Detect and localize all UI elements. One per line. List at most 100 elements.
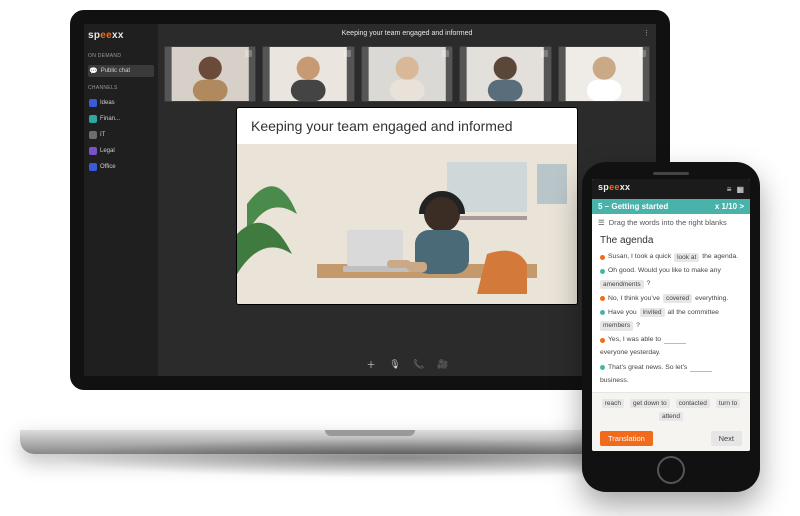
participant-tile[interactable] [164,46,256,102]
sentence-text: ? [636,321,640,331]
speaker-dot-icon [600,255,605,260]
phone-topbar: speexx ≡ ▦ [592,179,750,199]
presentation-image [237,144,577,304]
drag-icon: ☰ [598,218,605,227]
sidebar-item-label: Finan... [100,116,120,122]
meeting-app: speexx ON DEMAND 💬 Public chat CHANNELS … [84,24,656,376]
sentence-text: the agenda. [702,252,738,262]
sentence-row: No, I think you've covered everything. [600,294,742,304]
draggable-word[interactable]: turn to [716,399,740,408]
sentence-text: business. [600,376,629,386]
draggable-word[interactable]: get down to [630,399,670,408]
tile-grid-icon [442,50,449,57]
meeting-title: Keeping your team engaged and informed [342,30,473,37]
video-toggle-button[interactable]: 🎥 [436,357,450,371]
sentence-row: That's great news. So let's business. [600,363,742,386]
sidebar-item-label: IT [100,132,105,138]
sidebar-item-label: Ideas [100,100,115,106]
sentence-text: ? [647,279,651,289]
sentence-text: No, I think you've [608,294,660,304]
sidebar-item-channel[interactable]: IT [88,129,154,141]
sentence-row: Yes, I was able to everyone yesterday. [600,335,742,358]
instruction-bar: ☰ Drag the words into the right blanks [592,214,750,231]
channel-color-icon [89,163,97,171]
filled-blank[interactable]: look at [674,253,699,262]
phone-screen: speexx ≡ ▦ 5 – Getting started x 1/10 > … [592,179,750,451]
add-participant-button[interactable]: ＋ [364,357,378,371]
phone-button[interactable]: 📞 [412,357,426,371]
sidebar-item-channel[interactable]: Ideas [88,97,154,109]
filled-blank[interactable]: covered [663,294,692,303]
sidebar: speexx ON DEMAND 💬 Public chat CHANNELS … [84,24,158,376]
tile-grid-icon [245,50,252,57]
menu-icon[interactable]: ≡ [727,185,732,194]
next-button[interactable]: Next [711,431,742,446]
draggable-word[interactable]: contacted [676,399,710,408]
participant-gallery [158,42,656,108]
more-icon[interactable]: ⋮ [643,29,650,37]
tile-grid-icon [541,50,548,57]
chat-icon: 💬 [89,67,98,75]
participant-tile[interactable] [361,46,453,102]
sidebar-section-ondemand: ON DEMAND [88,53,154,59]
brand-logo: speexx [88,30,154,41]
video-icon: 🎥 [437,359,448,370]
phone-device: speexx ≡ ▦ 5 – Getting started x 1/10 > … [582,162,760,492]
channel-color-icon [89,131,97,139]
phone-icon: 📞 [413,359,424,370]
sentence-text: Oh good. Would you like to make any [608,266,721,276]
speaker-dot-icon [600,296,605,301]
plus-icon: ＋ [366,358,375,371]
sidebar-item-label: Public chat [101,68,130,74]
phone-speaker [653,172,689,175]
presentation-title: Keeping your team engaged and informed [237,108,577,144]
tile-grid-icon [639,50,646,57]
exercise-body: The agenda Susan, I took a quick look at… [592,231,750,392]
speaker-dot-icon [600,338,605,343]
lesson-header[interactable]: 5 – Getting started x 1/10 > [592,199,750,214]
channel-color-icon [89,115,97,123]
draggable-word[interactable]: attend [659,412,683,421]
empty-blank[interactable] [664,336,686,344]
mic-icon: 🎙 [389,359,400,370]
laptop-screen: speexx ON DEMAND 💬 Public chat CHANNELS … [70,10,670,390]
sentence-text: everyone yesterday. [600,348,661,358]
sidebar-item-channel[interactable]: Legal [88,145,154,157]
speaker-dot-icon [600,365,605,370]
sentence-text: Yes, I was able to [608,335,661,345]
filled-blank[interactable]: invited [640,308,665,317]
sentence-text: everything. [695,294,728,304]
mic-toggle-button[interactable]: 🎙 [388,357,402,371]
participant-tile[interactable] [262,46,354,102]
empty-blank[interactable] [690,364,712,372]
lesson-progress: x 1/10 > [715,202,744,211]
meeting-titlebar: Keeping your team engaged and informed ⋮ [158,24,656,42]
sentence-text: all the committee [668,308,719,318]
translation-button[interactable]: Translation [600,431,653,446]
sidebar-item-channel[interactable]: Office [88,161,154,173]
instruction-text: Drag the words into the right blanks [609,218,727,227]
brand-logo: speexx [598,182,630,192]
lesson-title: 5 – Getting started [598,202,668,211]
exercise-heading: The agenda [600,235,742,246]
sidebar-item-public-chat[interactable]: 💬 Public chat [88,65,154,77]
filled-blank[interactable]: members [600,321,633,330]
channel-color-icon [89,147,97,155]
exercise-footer: Translation Next [592,427,750,451]
grid-icon[interactable]: ▦ [736,185,744,194]
sentence-text: That's great news. So let's [608,363,687,373]
phone-home-button[interactable] [657,456,685,484]
presentation-stage[interactable]: Keeping your team engaged and informed [237,108,577,304]
sentence-row: Susan, I took a quick look at the agenda… [600,252,742,262]
draggable-word[interactable]: reach [602,399,624,408]
participant-tile[interactable] [558,46,650,102]
camera-dot [367,15,373,21]
speaker-dot-icon [600,269,605,274]
sentence-text: Have you [608,308,637,318]
filled-blank[interactable]: amendments [600,280,644,289]
sidebar-item-channel[interactable]: Finan... [88,113,154,125]
sentence-row: Have you invited all the committee membe… [600,308,742,331]
speaker-dot-icon [600,310,605,315]
sidebar-item-label: Legal [100,148,115,154]
participant-tile[interactable] [459,46,551,102]
